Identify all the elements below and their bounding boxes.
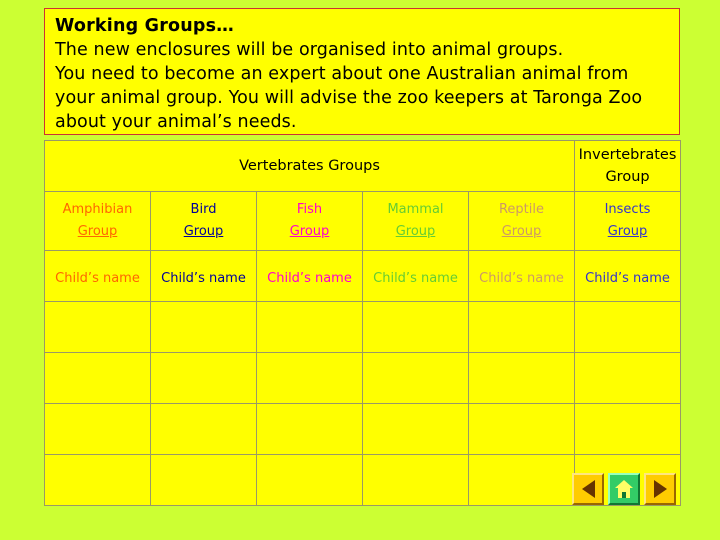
empty-cell[interactable] (150, 454, 257, 506)
back-arrow-icon (581, 480, 595, 498)
group-label-fish: Fish (296, 202, 323, 217)
group-cell-fish: Fish Group (256, 191, 363, 251)
group-label-insects: Insects (604, 202, 651, 217)
empty-cell[interactable] (362, 454, 469, 506)
child-name-cell-bird[interactable]: Child’s name (150, 250, 257, 302)
group-cell-mammal: Mammal Group (362, 191, 469, 251)
child-name-amphibian: Child’s name (55, 270, 140, 286)
child-name-insects: Child’s name (585, 270, 670, 286)
empty-cell[interactable] (467, 454, 576, 506)
intro-line-2: You need to become an expert about one A… (55, 64, 629, 84)
forward-arrow-icon (653, 480, 667, 498)
group-cell-reptile: Reptile Group (467, 191, 576, 251)
table-row (44, 352, 682, 404)
empty-cell[interactable] (44, 454, 151, 506)
group-sublabel-insects: Group (607, 224, 648, 239)
groups-table-wrapper: Vertebrates Groups Invertebrates Group A… (43, 140, 682, 506)
navigation-controls (572, 471, 680, 507)
group-label-bird: Bird (190, 202, 217, 217)
empty-cell[interactable] (362, 403, 469, 455)
empty-cell[interactable] (467, 352, 576, 404)
invertebrates-header-line1: Invertebrates (578, 147, 677, 163)
group-cell-insects: Insects Group (574, 191, 682, 251)
empty-cell[interactable] (150, 301, 257, 353)
empty-cell[interactable] (44, 403, 151, 455)
group-sublabel-reptile: Group (501, 224, 542, 239)
empty-cell[interactable] (150, 352, 257, 404)
empty-cell[interactable] (150, 403, 257, 455)
table-row (44, 301, 682, 353)
intro-line-4: about your animal’s needs. (55, 112, 297, 132)
group-label-reptile: Reptile (498, 202, 545, 217)
groups-table: Vertebrates Groups Invertebrates Group A… (43, 140, 682, 506)
child-name-cell-mammal[interactable]: Child’s name (362, 250, 469, 302)
group-sublabel-mammal: Group (395, 224, 436, 239)
page-title: Working Groups… (55, 16, 234, 36)
group-cell-bird: Bird Group (150, 191, 257, 251)
child-name-bird: Child’s name (161, 270, 246, 286)
home-icon (615, 480, 633, 498)
invertebrates-header-line2: Group (605, 169, 650, 185)
empty-cell[interactable] (467, 301, 576, 353)
empty-cell[interactable] (467, 403, 576, 455)
group-label-amphibian: Amphibian (62, 202, 133, 217)
child-name-cell-amphibian[interactable]: Child’s name (44, 250, 151, 302)
empty-cell[interactable] (256, 301, 363, 353)
empty-cell[interactable] (362, 352, 469, 404)
child-name-cell-fish[interactable]: Child’s name (256, 250, 363, 302)
empty-cell[interactable] (44, 301, 151, 353)
intro-line-1: The new enclosures will be organised int… (55, 40, 564, 60)
group-sublabel-bird: Group (183, 224, 224, 239)
forward-button[interactable] (644, 473, 676, 505)
empty-cell[interactable] (44, 352, 151, 404)
empty-cell[interactable] (256, 352, 363, 404)
empty-cell[interactable] (256, 454, 363, 506)
child-name-row: Child’s name Child’s name Child’s name C… (44, 250, 682, 302)
empty-cell[interactable] (574, 403, 682, 455)
child-name-mammal: Child’s name (373, 270, 458, 286)
table-header-row: Vertebrates Groups Invertebrates Group (43, 140, 682, 192)
intro-line-3: your animal group. You will advise the z… (55, 88, 643, 108)
group-names-row: Amphibian Group Bird Group Fish Group Ma… (44, 191, 682, 251)
empty-cell[interactable] (574, 352, 682, 404)
child-name-fish: Child’s name (267, 270, 352, 286)
child-name-cell-reptile[interactable]: Child’s name (467, 250, 576, 302)
child-name-cell-insects[interactable]: Child’s name (574, 250, 682, 302)
group-label-mammal: Mammal (387, 202, 444, 217)
child-name-reptile: Child’s name (479, 270, 564, 286)
group-sublabel-amphibian: Group (77, 224, 118, 239)
group-sublabel-fish: Group (289, 224, 330, 239)
intro-panel: Working Groups… The new enclosures will … (44, 8, 680, 135)
empty-cell[interactable] (574, 301, 682, 353)
empty-cell[interactable] (362, 301, 469, 353)
empty-cell[interactable] (256, 403, 363, 455)
vertebrates-header: Vertebrates Groups (43, 140, 576, 192)
invertebrates-header: Invertebrates Group (574, 140, 682, 192)
group-cell-amphibian: Amphibian Group (44, 191, 151, 251)
table-row (44, 403, 682, 455)
home-button[interactable] (608, 473, 640, 505)
back-button[interactable] (572, 473, 604, 505)
